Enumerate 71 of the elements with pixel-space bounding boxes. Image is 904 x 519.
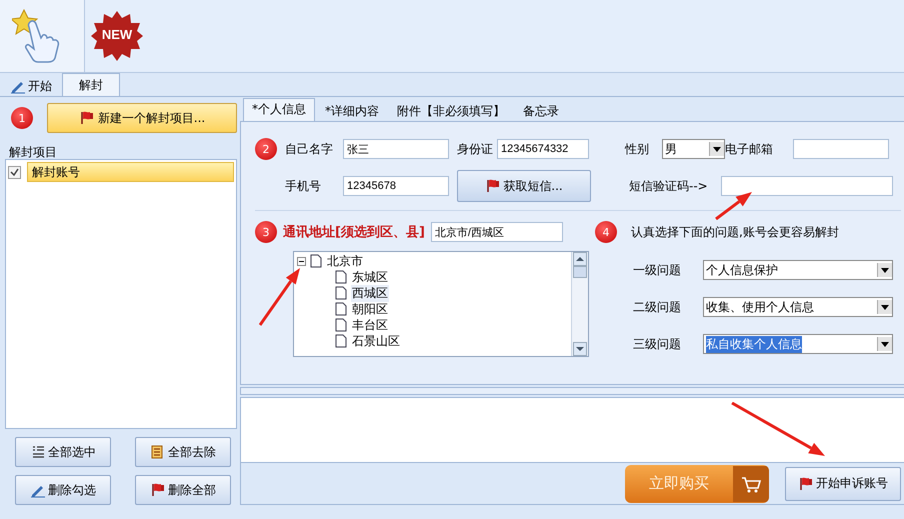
document-icon	[335, 318, 347, 332]
id-card-field[interactable]: 12345674332	[497, 139, 589, 159]
address-label: 通讯地址[须选到区、县]	[283, 224, 425, 241]
field-label: 性别	[625, 140, 650, 158]
tab[interactable]: 备忘录	[515, 101, 567, 121]
field-label: 身份证	[457, 140, 494, 158]
gender-select[interactable]: 男	[662, 139, 725, 159]
get-sms-button[interactable]: 获取短信...	[457, 170, 591, 202]
flag-icon	[485, 178, 502, 194]
phone-field[interactable]: 12345678	[343, 176, 449, 196]
flag-icon	[798, 476, 814, 492]
collapse-toggle-icon[interactable]	[297, 256, 306, 266]
tab[interactable]: *详细内容	[317, 101, 387, 121]
scroll-thumb[interactable]	[573, 266, 587, 278]
annotation-arrow	[715, 191, 753, 220]
action-button[interactable]: 删除勾选	[15, 475, 111, 505]
tree-item[interactable]: 北京市	[326, 252, 364, 270]
tree-item[interactable]: 朝阳区	[351, 300, 389, 318]
tree-item[interactable]: 石景山区	[351, 332, 401, 350]
document-icon	[335, 302, 347, 316]
new-project-button[interactable]: 新建一个解封项目...	[47, 103, 237, 133]
hint-text: 认真选择下面的问题,账号会更容易解封	[631, 224, 839, 240]
list-icon	[30, 444, 46, 460]
flag-icon	[150, 482, 166, 498]
field-label: 自己名字	[285, 140, 334, 158]
name-field[interactable]: 张三	[343, 139, 449, 159]
notes-area[interactable]	[240, 397, 904, 463]
tab[interactable]: 解封	[62, 73, 120, 96]
document-icon	[310, 254, 322, 268]
start-appeal-button[interactable]: 开始申诉账号	[785, 466, 901, 500]
question-select[interactable]: 收集、使用个人信息	[703, 297, 893, 317]
tab[interactable]: 开始	[6, 76, 62, 96]
document-icon	[335, 334, 347, 348]
field-label: 三级问题	[633, 336, 682, 352]
document-icon	[335, 286, 347, 300]
field-label: 手机号	[285, 178, 322, 194]
new-label: NEW	[100, 27, 134, 42]
field-label: 一级问题	[633, 262, 682, 278]
action-button[interactable]: 全部去除	[135, 437, 231, 467]
question-select[interactable]: 私自收集个人信息	[703, 334, 893, 354]
step-badge: 1	[11, 107, 33, 129]
list-item[interactable]: 解封账号	[27, 162, 234, 182]
scrollbar[interactable]	[571, 252, 588, 356]
checkmark-icon	[10, 168, 19, 176]
step-badge: 3	[255, 221, 277, 243]
new-badge-icon	[91, 10, 143, 62]
tree-item[interactable]: 东城区	[351, 268, 389, 286]
tree-item[interactable]: 西城区	[351, 284, 389, 302]
step-badge: 2	[255, 138, 277, 160]
field-label: 电子邮箱	[725, 140, 774, 158]
email-field[interactable]	[793, 139, 889, 159]
tab[interactable]: 附件【非必须填写】	[389, 101, 513, 121]
minus-box-icon	[297, 256, 306, 266]
document-icon	[335, 270, 347, 284]
tab[interactable]: *个人信息	[243, 98, 315, 121]
group-label: 解封项目	[8, 145, 58, 159]
toolbar-button[interactable]	[0, 0, 85, 72]
toolbar-button[interactable]: NEW	[85, 0, 149, 72]
action-button[interactable]: 全部选中	[15, 437, 111, 467]
annotation-arrow	[259, 267, 301, 326]
step-badge: 4	[595, 221, 617, 243]
field-label: 短信验证码-->	[629, 178, 709, 194]
field-label: 二级问题	[633, 298, 682, 316]
sms-code-field[interactable]	[721, 176, 893, 196]
action-button[interactable]: 删除全部	[135, 475, 231, 505]
flag-icon	[78, 110, 95, 126]
cart-icon	[733, 466, 769, 502]
tree-item[interactable]: 丰台区	[351, 316, 389, 334]
checkbox[interactable]	[8, 166, 21, 178]
address-field[interactable]: 北京市/西城区	[430, 222, 563, 242]
question-select[interactable]: 个人信息保护	[703, 260, 893, 280]
